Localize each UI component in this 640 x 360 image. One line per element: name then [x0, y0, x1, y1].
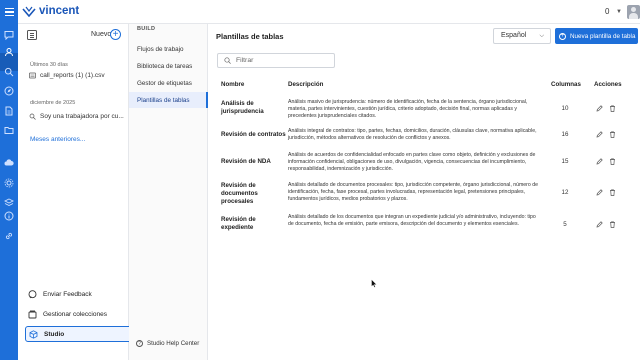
- chat-history-item[interactable]: Soy una trabajadora por cu...: [29, 113, 125, 120]
- users-icon[interactable]: [4, 47, 14, 57]
- edit-pencil-icon[interactable]: [596, 221, 603, 228]
- studio-button[interactable]: Studio: [25, 326, 142, 342]
- new-table-template-button[interactable]: + Nueva plantilla de tabla: [555, 28, 638, 44]
- template-column-count: 10: [561, 105, 569, 112]
- studio-label: Studio: [44, 330, 65, 338]
- new-chat-label[interactable]: Nuevo: [91, 31, 111, 38]
- nav-item-table-templates[interactable]: Plantillas de tablas: [129, 92, 208, 108]
- search-icon: [224, 57, 231, 64]
- template-name: Revisión de NDA: [221, 158, 271, 165]
- more-months-link[interactable]: Meses anteriores...: [30, 136, 85, 143]
- template-column-count: 16: [561, 131, 569, 138]
- document-icon[interactable]: [4, 106, 14, 116]
- file-csv-icon: [29, 72, 36, 79]
- send-feedback-label: Enviar Feedback: [43, 290, 92, 298]
- new-chat-plus-icon[interactable]: +: [110, 29, 121, 40]
- template-description: Análisis de acuerdos de confidencialidad…: [288, 152, 536, 172]
- column-header-columns: Columnas: [551, 81, 581, 88]
- template-column-count: 12: [561, 189, 569, 196]
- chevron-down-icon[interactable]: ▼: [616, 9, 622, 15]
- trash-icon[interactable]: [609, 221, 616, 228]
- search-icon: [29, 113, 36, 120]
- group-title: diciembre de 2025: [30, 100, 76, 106]
- page-title: Plantillas de tablas: [216, 32, 284, 41]
- template-description: Análisis integral de contratos: tipo, pa…: [288, 128, 537, 141]
- template-column-count: 15: [561, 158, 569, 165]
- compass-icon[interactable]: [4, 86, 14, 96]
- trash-icon[interactable]: [609, 189, 616, 196]
- template-name: Revisión de contratos: [221, 131, 286, 138]
- template-column-count: 5: [563, 221, 567, 228]
- edit-pencil-icon[interactable]: [596, 189, 603, 196]
- main-content: Plantillas de tablas Español ⌵ + Nueva p…: [208, 24, 640, 360]
- chat-sidebar: Nuevo + Últimos 30 días call_reports (1)…: [18, 24, 142, 360]
- hamburger-menu-icon[interactable]: [0, 0, 18, 24]
- chat-bubble-icon[interactable]: [4, 30, 14, 40]
- build-section-title: BUILD: [137, 26, 156, 32]
- send-feedback-button[interactable]: Enviar Feedback: [25, 286, 142, 302]
- edit-pencil-icon[interactable]: [596, 131, 603, 138]
- filter-input[interactable]: Filtrar: [217, 53, 335, 68]
- trash-icon[interactable]: [609, 105, 616, 112]
- top-bar: vincent 0 ▼: [0, 0, 640, 24]
- template-name: Revisión de expediente: [221, 216, 256, 231]
- collections-icon: [28, 310, 37, 319]
- credits-count[interactable]: 0: [605, 7, 609, 16]
- language-select[interactable]: Español ⌵: [493, 28, 551, 44]
- template-description: Análisis detallado de los documentos que…: [288, 214, 536, 227]
- chevron-down-icon: ⌵: [539, 33, 544, 39]
- search-icon[interactable]: [4, 67, 14, 77]
- icon-rail: [0, 24, 18, 360]
- group-title: Últimos 30 días: [30, 62, 68, 68]
- settings-gear-icon[interactable]: [4, 178, 14, 188]
- vincent-logo-icon: [22, 6, 36, 17]
- mouse-cursor-icon: [371, 279, 377, 288]
- build-nav: BUILD Flujos de trabajo Biblioteca de ta…: [129, 24, 208, 360]
- edit-pencil-icon[interactable]: [596, 105, 603, 112]
- manage-collections-button[interactable]: Gestionar colecciones: [25, 306, 142, 322]
- sidebar-toggle-icon[interactable]: [27, 30, 37, 40]
- new-template-label: Nueva plantilla de tabla: [570, 32, 636, 40]
- template-name: Análisis de jurisprudencia: [221, 100, 264, 115]
- trash-icon[interactable]: [609, 131, 616, 138]
- nav-item-tag-manager[interactable]: Gestor de etiquetas: [129, 75, 208, 91]
- filter-placeholder: Filtrar: [236, 57, 254, 64]
- nav-item-task-library[interactable]: Biblioteca de tareas: [129, 58, 208, 74]
- layers-icon[interactable]: [4, 198, 14, 208]
- column-header-actions: Acciones: [594, 81, 622, 88]
- chat-bubble-icon: [28, 289, 37, 299]
- chat-item-label: Soy una trabajadora por cu...: [40, 113, 124, 120]
- chat-history-item[interactable]: call_reports (1) (1).csv: [29, 72, 125, 79]
- template-name: Revisión de documentos procesales: [221, 182, 258, 205]
- nav-item-workflows[interactable]: Flujos de trabajo: [129, 41, 208, 57]
- info-circle-icon[interactable]: [4, 211, 14, 221]
- edit-pencil-icon[interactable]: [596, 158, 603, 165]
- cube-icon: [29, 329, 38, 339]
- template-description: Análisis detallado de documentos procesa…: [288, 182, 539, 202]
- language-value: Español: [501, 32, 527, 39]
- plus-circle-icon: +: [559, 32, 566, 40]
- help-center-link[interactable]: ? Studio Help Center: [136, 340, 199, 347]
- help-circle-icon: ?: [136, 340, 143, 347]
- brand-name: vincent: [39, 5, 80, 17]
- manage-collections-label: Gestionar colecciones: [43, 310, 107, 318]
- chat-item-label: call_reports (1) (1).csv: [40, 72, 105, 79]
- template-description: Análisis masivo de jurisprudencia: númer…: [288, 99, 528, 119]
- brand-logo[interactable]: vincent: [22, 5, 79, 17]
- link-icon[interactable]: [4, 231, 14, 241]
- help-center-label: Studio Help Center: [147, 340, 200, 347]
- trash-icon[interactable]: [609, 158, 616, 165]
- column-header-description: Descripción: [288, 81, 324, 88]
- avatar[interactable]: [627, 5, 640, 19]
- column-header-name: Nombre: [221, 81, 245, 88]
- folder-icon[interactable]: [4, 125, 14, 135]
- cloud-icon[interactable]: [4, 158, 14, 168]
